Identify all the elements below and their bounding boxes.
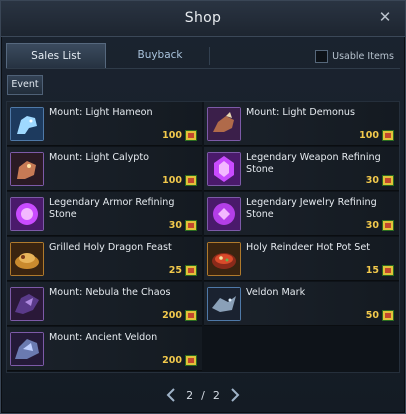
page-separator: / [201,388,205,402]
item-name: Mount: Light Calypto [49,152,149,163]
tab-bar: Sales List Buyback Usable Items [6,43,400,69]
usable-items-label: Usable Items [332,50,394,62]
item-name: Holy Reindeer Hot Pot Set [246,242,371,253]
coin-icon [185,355,197,366]
page-current: 2 [186,388,194,402]
coin-icon [382,265,394,276]
armor-refining-stone-icon [10,197,44,231]
coin-icon [382,130,394,141]
chevron-right-icon[interactable] [228,387,242,403]
dragon-feast-icon [10,242,44,276]
shop-item[interactable]: Grilled Holy Dragon Feast 25 [7,237,202,281]
item-price: 50 [365,310,379,321]
usable-items-filter[interactable]: Usable Items [315,48,394,64]
weapon-refining-stone-icon [207,152,241,186]
item-price: 100 [162,175,182,186]
coin-icon [382,310,394,321]
tab-divider [209,47,210,65]
shop-item[interactable]: Legendary Armor Refining Stone 30 [7,192,202,236]
item-price: 30 [168,220,182,231]
shop-item[interactable]: Legendary Jewelry Refining Stone 30 [204,192,399,236]
item-price: 100 [359,130,379,141]
coin-icon [185,310,197,321]
coin-icon [185,130,197,141]
usable-items-checkbox[interactable] [315,49,329,63]
chevron-left-icon[interactable] [164,387,178,403]
hot-pot-icon [207,242,241,276]
coin-icon [185,265,197,276]
coin-icon [185,220,197,231]
shop-item[interactable]: Veldon Mark 50 [204,282,399,326]
ancient-veldon-icon [10,332,44,366]
item-name: Grilled Holy Dragon Feast [49,242,172,253]
light-hameon-icon [10,107,44,141]
page-total: 2 [212,388,220,402]
item-price: 200 [162,355,182,366]
shop-item[interactable]: Mount: Ancient Veldon 200 [7,327,202,371]
nebula-chaos-icon [10,287,44,321]
window-title: Shop [184,10,222,26]
item-price: 15 [365,265,379,276]
title-bar: Shop ✕ [1,1,405,37]
shop-item[interactable]: Legendary Weapon Refining Stone 30 [204,147,399,191]
shop-window: Shop ✕ Sales List Buyback Usable Items E… [0,0,406,414]
coin-icon [185,175,197,186]
item-name: Mount: Ancient Veldon [49,332,158,343]
item-price: 200 [162,310,182,321]
item-name: Mount: Light Hameon [49,107,153,118]
coin-icon [382,220,394,231]
item-price: 100 [162,130,182,141]
item-name: Mount: Nebula the Chaos [49,287,171,298]
item-name: Mount: Light Demonus [246,107,356,118]
jewelry-refining-stone-icon [207,197,241,231]
shop-item[interactable]: Mount: Light Hameon 100 [7,102,202,146]
item-name: Legendary Armor Refining Stone [49,197,175,220]
shop-item[interactable]: Mount: Nebula the Chaos 200 [7,282,202,326]
item-name: Legendary Weapon Refining Stone [246,152,381,175]
light-calypto-icon [10,152,44,186]
pagination: 2 / 2 [1,386,405,404]
tab-buyback[interactable]: Buyback [110,43,210,68]
item-name: Legendary Jewelry Refining Stone [246,197,377,220]
item-grid: Mount: Light Hameon 100 Mount: Light Dem… [6,101,400,373]
item-price: 30 [365,220,379,231]
shop-item[interactable]: Mount: Light Demonus 100 [204,102,399,146]
subtab-event[interactable]: Event [7,75,43,95]
tab-sales-list[interactable]: Sales List [6,43,106,68]
item-price: 30 [365,175,379,186]
shop-item[interactable]: Holy Reindeer Hot Pot Set 15 [204,237,399,281]
item-name: Veldon Mark [246,287,306,298]
close-icon[interactable]: ✕ [377,9,393,25]
coin-icon [382,175,394,186]
shop-item[interactable]: Mount: Light Calypto 100 [7,147,202,191]
veldon-mark-icon [207,287,241,321]
light-demonus-icon [207,107,241,141]
item-price: 25 [168,265,182,276]
